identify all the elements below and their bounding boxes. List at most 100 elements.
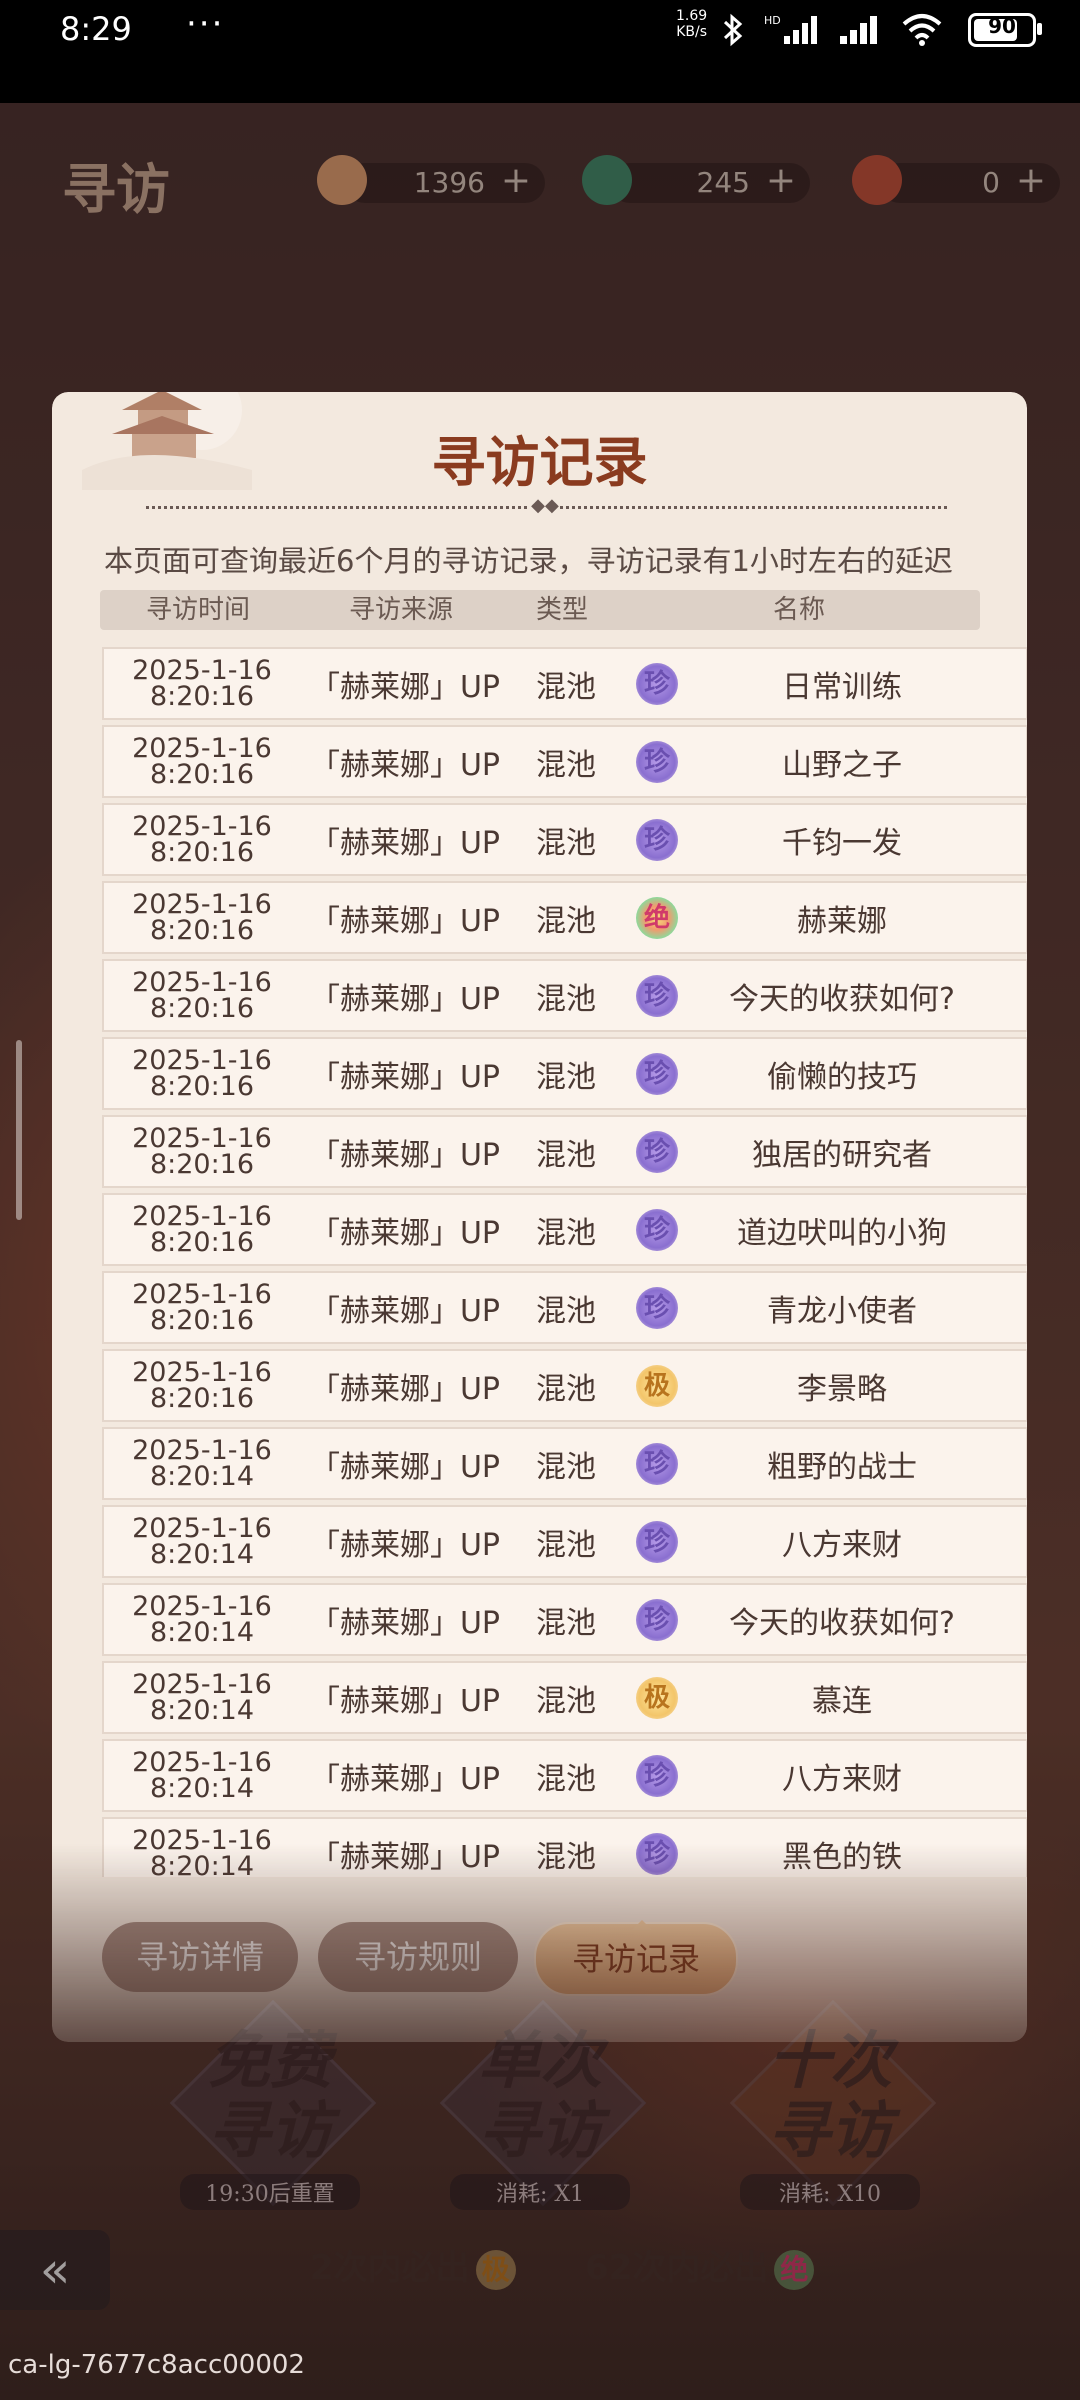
network-speed-value: 1.69 [676,8,708,24]
network-speed: 1.69 KB/s [676,8,707,40]
records-modal: 寻访记录 ◆◆ 本页面可查询最近6个月的寻访记录，寻访记录有1小时左右的延迟 寻… [52,370,1028,2042]
row-type: 混池 [536,1449,596,1485]
row-date: 2025-1-16 [132,810,272,842]
table-row: 2025-1-16 8:20:14 「赫莱娜」UP 混池珍粗野的战士 [102,1427,1028,1500]
row-type: 混池 [536,1839,596,1875]
modal-tabs: 寻访详情 寻访规则 寻访记录 [102,1920,1002,1998]
table-row: 2025-1-16 8:20:16 「赫莱娜」UP 混池绝赫莱娜 [102,881,1028,954]
row-time: 2025-1-16 8:20:14 [104,1512,300,1570]
row-clock: 8:20:16 [149,836,255,868]
table-row: 2025-1-16 8:20:16 「赫莱娜」UP 混池珍今天的收获如何? [102,959,1028,1032]
row-time: 2025-1-16 8:20:16 [104,1278,300,1334]
rarity-badge-icon: 极 [636,1364,678,1407]
row-clock: 8:20:16 [149,992,255,1024]
col-header-type: 类型 [535,595,588,625]
row-item-name: 千钧一发 [782,825,902,861]
row-item-name: 山野之子 [782,747,902,783]
row-item-name: 道边吠叫的小狗 [737,1215,947,1251]
table-row: 2025-1-16 8:20:16 「赫莱娜」UP 混池珍日常训练 [102,647,1028,720]
row-type: 混池 [536,1215,596,1251]
row-date: 2025-1-16 [132,1824,272,1856]
table-row: 2025-1-16 8:20:14 「赫莱娜」UP 混池珍今天的收获如何? [102,1583,1028,1656]
row-type: 混池 [536,1761,596,1797]
row-clock: 8:20:16 [149,1382,255,1414]
table-row: 2025-1-16 8:20:16 「赫莱娜」UP 混池珍山野之子 [102,725,1028,798]
status-icons: HD 90 [720,12,1042,48]
wifi-icon [902,14,942,46]
row-time: 2025-1-16 8:20:16 [104,657,300,710]
row-source: 「赫莱娜」UP [309,1761,501,1797]
signal-icon [840,16,877,44]
row-source: 「赫莱娜」UP [309,669,501,705]
table-row: 2025-1-16 8:20:16 「赫莱娜」UP 混池珍青龙小使者 [102,1271,1028,1344]
row-source: 「赫莱娜」UP [309,825,501,861]
records-list[interactable]: 2025-1-16 8:20:16 「赫莱娜」UP 混池珍日常训练 2025-1-16 8… [102,647,1028,1877]
tab-records[interactable]: 寻访记录 [534,1920,738,1996]
rarity-badge-icon: 珍 [636,1520,678,1563]
row-clock: 8:20:16 [149,1070,255,1102]
row-rarity: 珍 [622,974,692,1017]
row-rarity: 珍 [622,1130,692,1173]
row-date: 2025-1-16 [132,888,272,920]
clock: 8:29 [60,10,132,48]
col-header-time: 寻访时间 [145,595,250,625]
bluetooth-icon [723,13,743,47]
modal-title: 寻访记录 [431,430,648,494]
row-clock: 8:20:14 [149,1772,255,1804]
scroll-indicator [16,1040,22,1220]
row-time: 2025-1-16 8:20:14 [104,1668,300,1724]
tab-rules[interactable]: 寻访规则 [318,1922,518,1992]
row-item-name: 黑色的铁 [782,1839,902,1875]
row-clock: 8:20:16 [149,1226,255,1258]
row-source: 「赫莱娜」UP [309,1449,501,1485]
row-rarity: 珍 [622,1442,692,1485]
row-rarity: 珍 [622,818,692,861]
table-row: 2025-1-16 8:20:14 「赫莱娜」UP 混池极慕连 [102,1661,1028,1734]
row-date: 2025-1-16 [132,1434,272,1466]
col-header-name: 名称 [772,595,825,625]
table-row: 2025-1-16 8:20:14 「赫莱娜」UP 混池珍八方来财 [102,1739,1028,1812]
rarity-badge-icon: 珍 [636,1832,678,1875]
row-clock: 8:20:14 [149,1616,255,1648]
row-rarity: 珍 [622,1832,692,1875]
battery-level: 90 [988,14,1016,38]
rarity-badge-icon: 珍 [636,740,678,783]
row-type: 混池 [536,1137,596,1173]
rarity-badge-icon: 绝 [636,896,678,939]
rarity-badge-icon: 极 [636,1676,678,1719]
row-source: 「赫莱娜」UP [309,903,501,939]
row-type: 混池 [536,1683,596,1719]
rarity-badge-icon: 珍 [636,662,678,705]
table-row: 2025-1-16 8:20:16 「赫莱娜」UP 混池极李景略 [102,1349,1028,1422]
row-time: 2025-1-16 8:20:16 [104,1122,300,1178]
row-date: 2025-1-16 [132,1668,272,1700]
rarity-badge-icon: 珍 [636,974,678,1017]
row-rarity: 珍 [622,662,692,705]
row-rarity: 极 [622,1676,692,1719]
row-type: 混池 [536,1605,596,1641]
row-type: 混池 [536,825,596,861]
row-clock: 8:20:16 [149,758,255,790]
row-date: 2025-1-16 [132,732,272,764]
row-date: 2025-1-16 [132,1512,272,1544]
row-clock: 8:20:14 [149,1850,255,1878]
table-row: 2025-1-16 8:20:14 「赫莱娜」UP 混池珍黑色的铁 [102,1817,1028,1877]
rarity-badge-icon: 珍 [636,1598,678,1641]
more-notifications-icon: ··· [186,4,225,44]
row-date: 2025-1-16 [132,1278,272,1310]
row-type: 混池 [536,1527,596,1563]
row-clock: 8:20:14 [149,1538,255,1570]
row-source: 「赫莱娜」UP [309,1683,501,1719]
row-time: 2025-1-16 8:20:16 [104,1359,300,1414]
row-rarity: 珍 [622,1598,692,1641]
row-time: 2025-1-16 8:20:16 [104,1203,300,1258]
signal-hd-icon: HD [764,14,817,44]
records-table-header: 寻访时间 寻访来源 类型 名称 [100,590,980,630]
divider-ornament-icon: ◆◆ [530,495,560,516]
row-time: 2025-1-16 8:20:14 [104,1434,300,1490]
tab-details[interactable]: 寻访详情 [102,1922,298,1992]
row-type: 混池 [536,1059,596,1095]
row-rarity: 极 [622,1364,692,1407]
rarity-badge-icon: 珍 [636,818,678,861]
row-date: 2025-1-16 [132,1122,272,1154]
